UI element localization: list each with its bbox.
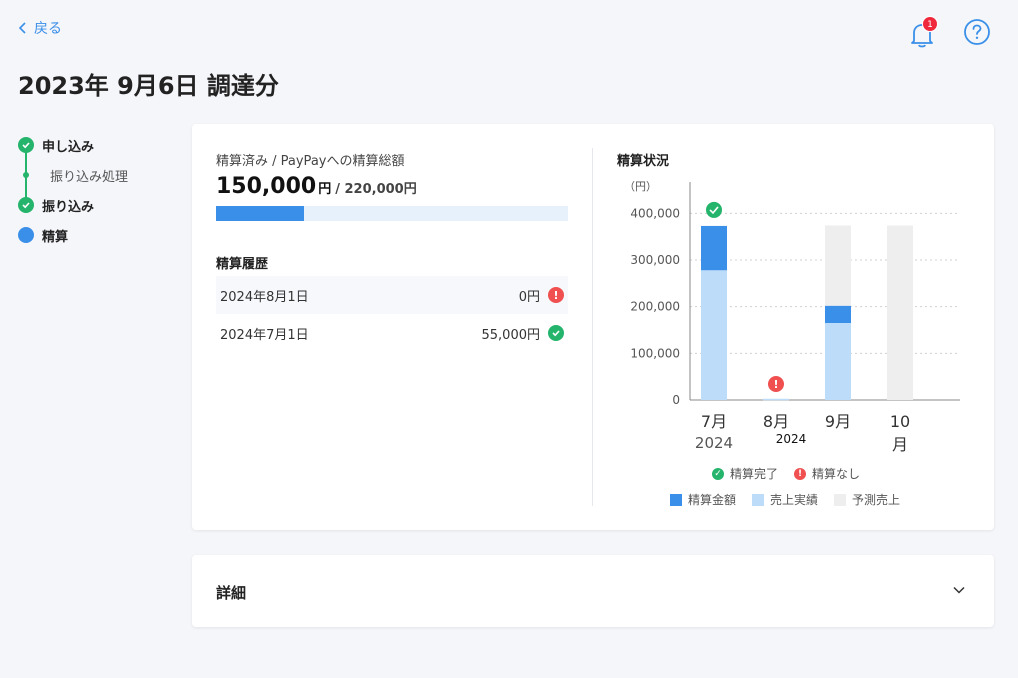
- legend-swatch: [834, 493, 847, 506]
- chevron-down-icon[interactable]: [952, 583, 966, 597]
- total-amount: / 220,000円: [335, 182, 417, 197]
- legend-label: 精算完了: [730, 467, 779, 481]
- x-tick-label: 月: [892, 435, 908, 454]
- legend-item-actual-sales: 売上実績: [752, 491, 818, 508]
- detail-accordion[interactable]: 詳細: [192, 555, 994, 627]
- back-link[interactable]: 戻る: [18, 18, 62, 38]
- step-label: 振り込み: [42, 199, 95, 215]
- notification-button[interactable]: 1: [906, 16, 938, 50]
- x-tick-sublabel: 2024: [776, 432, 807, 446]
- x-tick-label: 10: [890, 412, 910, 431]
- detail-title: 詳細: [216, 584, 247, 602]
- check-icon: ✓: [712, 467, 724, 480]
- step-transfer-processing: 振り込み処理: [18, 160, 128, 190]
- divider: [592, 148, 593, 506]
- summary-amount: 150,000 円 / 220,000円: [216, 174, 417, 199]
- legend-label: 精算なし: [812, 467, 861, 481]
- alert-icon: !: [548, 287, 564, 303]
- legend-item-settled: ✓ 精算完了: [712, 465, 778, 482]
- history-list: 2024年8月1日 0円 ! 2024年7月1日 55,000円: [216, 276, 568, 352]
- check-icon: [706, 201, 722, 218]
- step-label: 申し込み: [42, 139, 95, 155]
- chart-title: 精算状況: [617, 154, 670, 169]
- status-legend: ✓ 精算完了 ! 精算なし: [712, 465, 860, 482]
- history-amount: 0円: [518, 289, 540, 305]
- legend-label: 売上実績: [770, 493, 819, 507]
- substep-dot: [23, 172, 29, 178]
- progress-fill: [216, 206, 304, 221]
- check-icon: [548, 325, 564, 341]
- bar-actual-sales: [701, 270, 727, 400]
- y-axis-unit-label: （円）: [624, 180, 657, 193]
- page-title: 2023年 9月6日 調達分: [18, 72, 279, 100]
- bar-forecast: [887, 225, 913, 400]
- settlement-chart: （円） 0 100,000 200,000 300,000 400,000 7月 2024! 8…: [624, 180, 960, 454]
- history-date: 2024年8月1日: [220, 289, 309, 305]
- y-tick-label: 100,000: [630, 346, 680, 360]
- x-tick-label: 8月: [763, 412, 789, 431]
- legend-item-settled-amount: 精算金額: [670, 491, 736, 508]
- y-tick-label: 200,000: [630, 300, 680, 314]
- legend-item-no-settlement: ! 精算なし: [794, 465, 860, 482]
- back-label: 戻る: [34, 21, 62, 37]
- x-tick-label: 7月: [701, 412, 727, 431]
- help-icon: [964, 19, 990, 45]
- step-settlement: 精算: [18, 220, 128, 250]
- progress-stepper: 申し込み 振り込み処理 振り込み 精算: [18, 130, 128, 250]
- bar-actual-sales: [825, 323, 851, 400]
- x-tick-sublabel: 2024: [695, 434, 733, 452]
- bar-forecast: [825, 225, 851, 306]
- settlement-progress-bar: [216, 206, 568, 221]
- notification-badge: 1: [922, 16, 938, 32]
- history-title: 精算履歴: [216, 257, 269, 272]
- paid-amount: 150,000: [216, 174, 317, 199]
- settlement-card: 精算済み / PayPayへの精算総額 150,000 円 / 220,000円…: [192, 124, 994, 530]
- y-tick-label: 400,000: [630, 206, 680, 220]
- series-legend: 精算金額 売上実績 予測売上: [670, 491, 900, 508]
- step-transfer: 振り込み: [18, 190, 128, 220]
- step-apply: 申し込み: [18, 130, 128, 160]
- legend-label: 精算金額: [688, 493, 737, 507]
- legend-swatch: [670, 493, 682, 506]
- legend-swatch: [752, 493, 765, 506]
- step-label: 振り込み処理: [50, 169, 129, 185]
- history-amount: 55,000円: [481, 327, 541, 343]
- history-row: 2024年8月1日 0円 !: [216, 276, 568, 314]
- alert-mark: !: [773, 378, 778, 391]
- paid-unit: 円: [318, 182, 332, 197]
- step-label: 精算: [42, 229, 69, 245]
- summary-label: 精算済み / PayPayへの精算総額: [216, 154, 405, 169]
- bar-settled-amount: [701, 225, 727, 271]
- bar-settled-amount: [825, 305, 851, 323]
- check-icon: [18, 137, 34, 153]
- alert-icon: !: [794, 467, 807, 480]
- help-button[interactable]: [963, 18, 991, 46]
- chevron-left-icon: [18, 22, 26, 34]
- legend-label: 予測売上: [852, 493, 901, 507]
- history-row: 2024年7月1日 55,000円: [216, 314, 568, 352]
- current-step-dot: [18, 227, 34, 243]
- history-date: 2024年7月1日: [220, 327, 309, 343]
- x-tick-label: 9月: [825, 412, 851, 431]
- y-tick-label: 300,000: [630, 253, 680, 267]
- y-tick-label: 0: [672, 393, 680, 407]
- check-icon: [18, 197, 34, 213]
- legend-item-forecast: 予測売上: [834, 491, 900, 508]
